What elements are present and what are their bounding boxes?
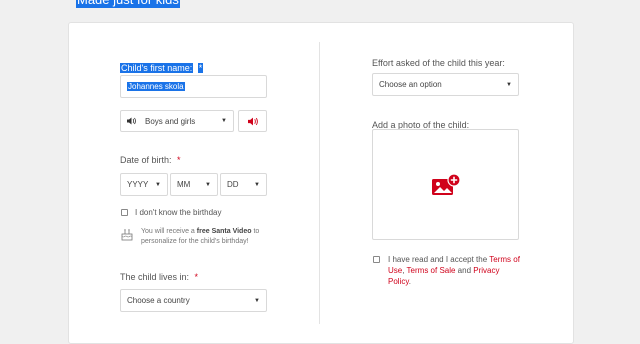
effort-label: Effort asked of the child this year: [372,58,505,68]
dob-month-value: MM [177,180,191,189]
lives-in-label-group: The child lives in: * [120,272,198,282]
dob-day-select[interactable]: DD ▼ [220,173,267,196]
tagline: Made just for kids [76,0,180,8]
dob-year-value: YYYY [127,180,149,189]
first-name-input[interactable]: Johannes skola [120,75,267,98]
speaker-icon [247,117,258,125]
dob-month-select[interactable]: MM ▼ [170,173,218,196]
terms-of-sale-link[interactable]: Terms of Sale [407,266,456,275]
voice-select-value: Boys and girls [145,116,196,126]
chevron-down-icon: ▼ [254,181,260,188]
terms-text: I have read and I accept the Terms of Us… [388,254,523,287]
dob-year-select[interactable]: YYYY ▼ [120,173,168,196]
add-photo-icon [431,172,461,195]
country-select[interactable]: Choose a country ▼ [120,289,267,312]
terms-and: and [455,266,474,275]
unknown-birthday-row: I don't know the birthday [121,207,221,218]
chevron-down-icon: ▼ [205,181,211,188]
effort-select[interactable]: Choose an option ▼ [372,73,519,96]
voice-select[interactable]: Boys and girls ▼ [120,110,234,132]
terms-pre: I have read and I accept the [388,255,490,264]
country-select-value: Choose a country [127,296,190,305]
first-name-label-group: Child's first name: * [120,58,204,76]
birthday-info-pre: You will receive a [141,228,197,235]
effort-select-value: Choose an option [379,80,442,89]
terms-end: . [408,277,411,286]
birthday-info: You will receive a free Santa Video to p… [121,227,271,247]
terms-row: I have read and I accept the Terms of Us… [373,254,523,287]
birthday-info-text: You will receive a free Santa Video to p… [141,227,271,247]
lives-in-label: The child lives in: [120,272,190,282]
birthday-info-bold: free Santa Video [196,228,252,235]
terms-checkbox[interactable] [373,256,380,263]
unknown-birthday-label: I don't know the birthday [135,208,222,217]
chevron-down-icon: ▼ [155,181,161,188]
unknown-birthday-checkbox[interactable] [121,209,128,216]
dob-day-value: DD [227,180,239,189]
dob-label-group: Date of birth: * [120,155,181,165]
dob-label: Date of birth: [120,155,172,165]
column-divider [319,42,320,324]
speaker-icon [127,117,136,125]
chevron-down-icon: ▼ [254,297,260,304]
play-voice-button[interactable] [238,110,267,132]
required-marker: * [197,63,204,73]
first-name-value: Johannes skola [127,82,185,91]
cake-icon [121,229,133,241]
required-marker: * [194,272,199,282]
first-name-label: Child's first name: [120,63,194,73]
required-marker: * [177,155,181,165]
chevron-down-icon: ▼ [221,118,227,124]
chevron-down-icon: ▼ [506,81,512,88]
photo-upload-area[interactable] [372,129,519,240]
